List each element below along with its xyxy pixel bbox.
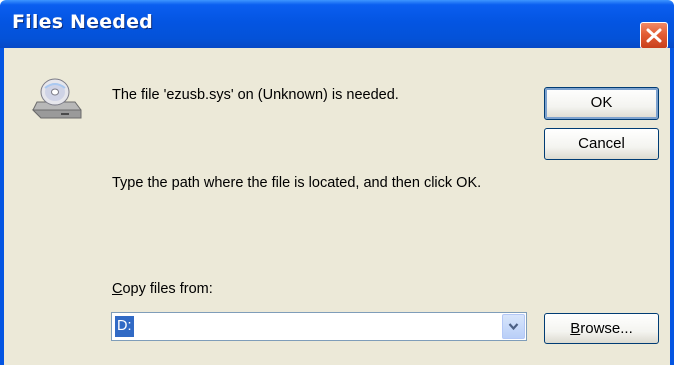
cd-drive-icon (31, 74, 83, 124)
browse-label-rest: rowse... (580, 320, 633, 337)
browse-accelerator: B (570, 320, 581, 337)
dropdown-button[interactable] (502, 314, 525, 339)
copy-files-from-combobox[interactable]: D: (111, 312, 527, 341)
browse-button[interactable]: Browse... (544, 313, 659, 344)
chevron-down-icon (508, 323, 519, 331)
copy-label-accelerator: C (112, 281, 123, 297)
copy-label-rest: opy files from: (122, 281, 213, 297)
path-value[interactable]: D: (115, 316, 134, 337)
close-button[interactable] (640, 22, 668, 49)
ok-button[interactable]: OK (544, 87, 659, 120)
message-line1: The file 'ezusb.sys' on (Unknown) is nee… (112, 87, 399, 103)
window-title: Files Needed (12, 11, 153, 33)
message-line2: Type the path where the file is located,… (112, 175, 482, 191)
title-bar[interactable]: Files Needed (0, 0, 674, 49)
close-icon (646, 28, 662, 43)
cancel-button[interactable]: Cancel (544, 128, 659, 160)
copy-files-from-label: Copy files from: (112, 281, 213, 297)
files-needed-dialog: Files Needed The file 'ezusb.sys' on (Un… (0, 0, 674, 365)
